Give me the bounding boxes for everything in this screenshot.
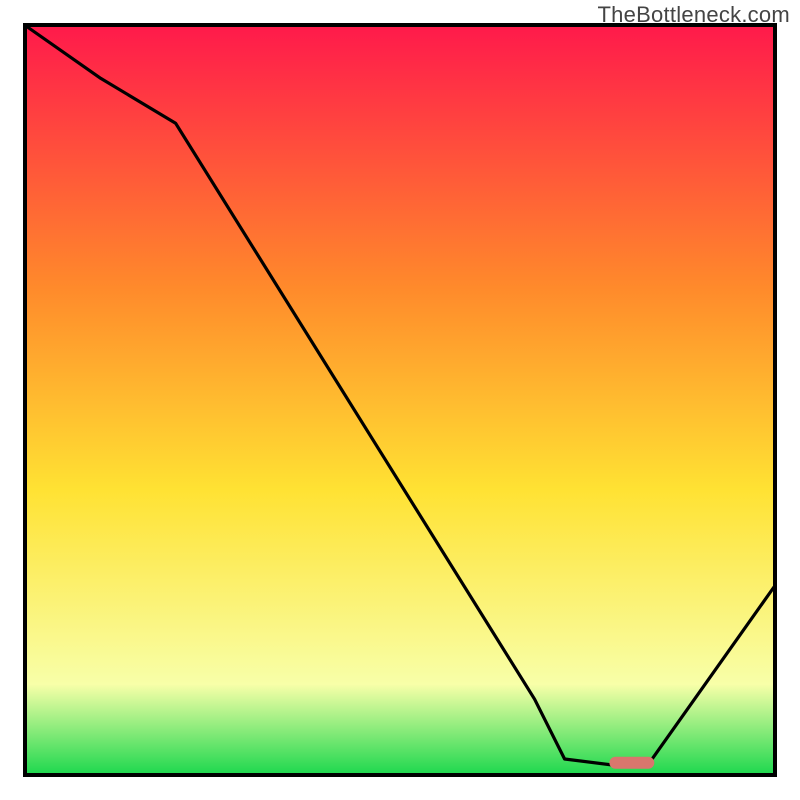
heat-gradient-background (26, 26, 774, 774)
optimal-range-marker (609, 757, 654, 769)
chart-container: { "watermark": "TheBottleneck.com", "cha… (0, 0, 800, 800)
watermark-text: TheBottleneck.com (597, 2, 790, 28)
bottleneck-chart (0, 0, 800, 800)
